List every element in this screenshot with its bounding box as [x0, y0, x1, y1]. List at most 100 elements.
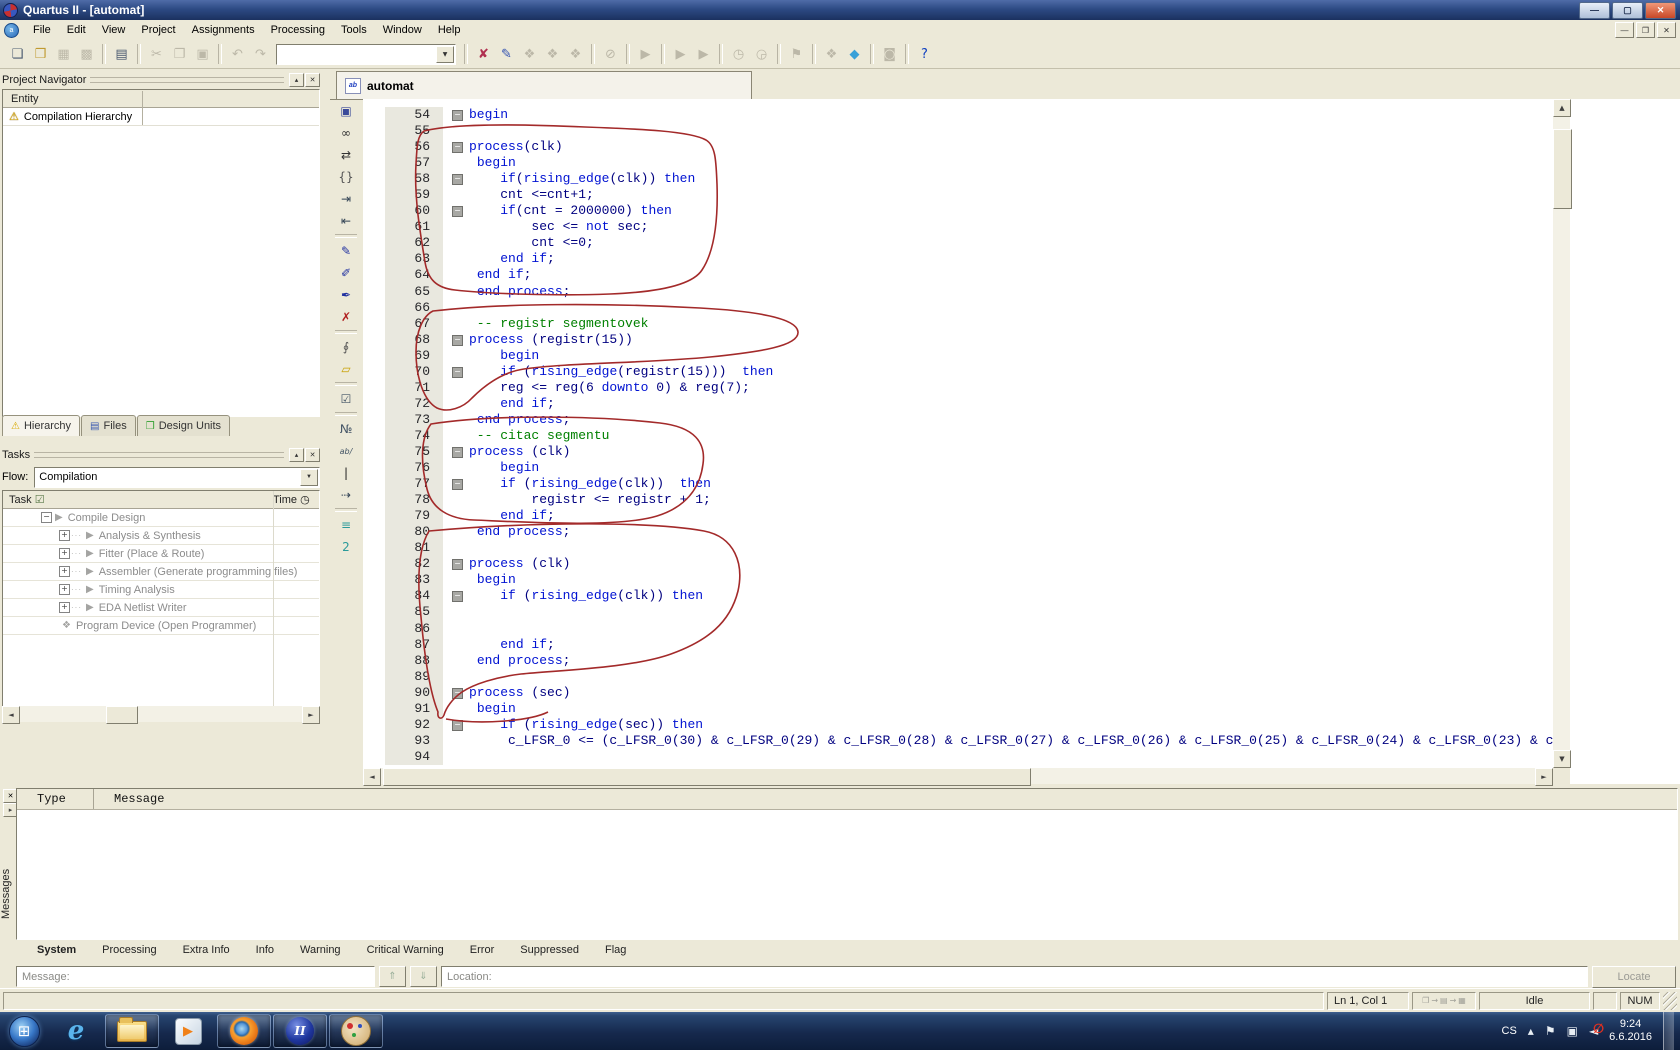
- editor-vertical-scrollbar[interactable]: ▲ ▼: [1553, 99, 1570, 768]
- indent-guides-button[interactable]: ≡: [334, 514, 358, 536]
- match-brace-button[interactable]: {}: [334, 166, 358, 188]
- collapse-panel-button[interactable]: ▴: [289, 73, 304, 87]
- messages-vertical-tab[interactable]: Messages: [0, 844, 14, 944]
- show-whitespace-button[interactable]: ab/: [334, 440, 358, 462]
- collapse-icon[interactable]: −: [41, 512, 52, 523]
- flow-dropdown[interactable]: Compilation ▼: [34, 467, 320, 488]
- export-window-button[interactable]: ▣: [334, 100, 358, 122]
- dropdown-arrow-icon[interactable]: ▼: [300, 469, 318, 486]
- message-tab-system[interactable]: System: [24, 940, 89, 963]
- collapse-icon[interactable]: −: [452, 335, 463, 346]
- scroll-left-arrow[interactable]: ◄: [363, 768, 381, 786]
- collapse-icon[interactable]: −: [452, 720, 463, 731]
- menu-assignments[interactable]: Assignments: [184, 21, 263, 39]
- goto-line-button[interactable]: ⇢: [334, 484, 358, 506]
- scroll-down-arrow[interactable]: ▼: [1553, 750, 1571, 768]
- expand-icon[interactable]: +: [59, 602, 70, 613]
- language-indicator[interactable]: CS: [1502, 1025, 1517, 1037]
- expand-icon[interactable]: +: [59, 530, 70, 541]
- task-row-analysis-synthesis[interactable]: +···▶Analysis & Synthesis: [3, 527, 319, 545]
- message-tab-flag[interactable]: Flag: [592, 940, 639, 963]
- start-button[interactable]: ⊞: [1, 1014, 47, 1048]
- menu-window[interactable]: Window: [375, 21, 430, 39]
- scroll-left-arrow[interactable]: ◄: [2, 706, 20, 724]
- compilation-hierarchy-item[interactable]: ⚠ Compilation Hierarchy: [3, 108, 319, 126]
- tab-design-units[interactable]: ❒Design Units: [137, 415, 230, 436]
- message-tab-critical-warning[interactable]: Critical Warning: [354, 940, 457, 963]
- attach-button[interactable]: ∮: [334, 336, 358, 358]
- entity-column-header[interactable]: Entity: [3, 90, 319, 108]
- mdi-restore-button[interactable]: ❐: [1636, 22, 1655, 38]
- scrollbar-thumb[interactable]: [1553, 129, 1572, 209]
- task-row-program-device-open-programmer-[interactable]: ❖Program Device (Open Programmer): [3, 617, 319, 635]
- locate-button[interactable]: Locate: [1592, 966, 1676, 988]
- close-button[interactable]: ✕: [1645, 2, 1676, 19]
- clear-assignments-button[interactable]: ✘: [472, 43, 495, 65]
- collapse-icon[interactable]: −: [452, 174, 463, 185]
- tab-files[interactable]: ▤Files: [81, 415, 136, 436]
- bookmark-pen-button[interactable]: ✒: [334, 284, 358, 306]
- scrollbar-thumb[interactable]: [383, 768, 1031, 786]
- collapse-icon[interactable]: −: [452, 110, 463, 121]
- close-panel-button[interactable]: ✕: [305, 448, 320, 462]
- cursor-line-button[interactable]: |: [334, 462, 358, 484]
- close-panel-button[interactable]: ✕: [305, 73, 320, 87]
- collapse-icon[interactable]: −: [452, 206, 463, 217]
- firefox-taskbar-button[interactable]: [217, 1014, 271, 1048]
- menu-tools[interactable]: Tools: [333, 21, 375, 39]
- scroll-up-arrow[interactable]: ▲: [1553, 99, 1571, 117]
- previous-message-button[interactable]: ⇑: [379, 966, 406, 987]
- internet-explorer-taskbar-button[interactable]: e: [49, 1014, 103, 1048]
- duplicate-line-button[interactable]: 2: [334, 536, 358, 558]
- code-editor[interactable]: 54−begin5556−process(clk)57 begin58− if(…: [363, 99, 1553, 776]
- menu-view[interactable]: View: [94, 21, 134, 39]
- panel-grip[interactable]: [34, 452, 284, 458]
- collapse-icon[interactable]: −: [452, 591, 463, 602]
- action-center-flag[interactable]: ⚑: [1545, 1024, 1556, 1038]
- message-list-body[interactable]: [17, 810, 1677, 939]
- decrease-indent-button[interactable]: ⇤: [334, 210, 358, 232]
- task-row-assembler-generate-programming-files-[interactable]: +···▶Assembler (Generate programming fil…: [3, 563, 319, 581]
- menu-help[interactable]: Help: [430, 21, 469, 39]
- scroll-right-arrow[interactable]: ►: [302, 706, 320, 724]
- paint-taskbar-button[interactable]: [329, 1014, 383, 1048]
- task-row-fitter-place-route-[interactable]: +···▶Fitter (Place & Route): [3, 545, 319, 563]
- expand-icon[interactable]: +: [59, 548, 70, 559]
- collapse-icon[interactable]: −: [452, 688, 463, 699]
- print-button[interactable]: ▤: [110, 43, 133, 65]
- message-input[interactable]: Message:: [16, 966, 375, 987]
- collapse-icon[interactable]: −: [452, 447, 463, 458]
- media-player-taskbar-button[interactable]: ▶: [161, 1014, 215, 1048]
- collapse-icon[interactable]: −: [452, 479, 463, 490]
- message-tab-suppressed[interactable]: Suppressed: [507, 940, 592, 963]
- quartus-taskbar-button[interactable]: II: [273, 1014, 327, 1048]
- find-button[interactable]: ∞: [334, 122, 358, 144]
- minimize-button[interactable]: —: [1579, 2, 1610, 19]
- show-desktop-button[interactable]: [1663, 1012, 1674, 1050]
- task-row-compile-design[interactable]: −▶Compile Design: [3, 509, 319, 527]
- resize-grip[interactable]: [1663, 992, 1677, 1010]
- taskbar-clock[interactable]: 9:24 6.6.2016: [1609, 1018, 1652, 1044]
- volume-muted-icon[interactable]: ◄: [1589, 1024, 1598, 1038]
- chip-planner-button[interactable]: ◆: [843, 43, 866, 65]
- message-column-header[interactable]: Message: [94, 789, 1677, 809]
- network-icon[interactable]: ▣: [1567, 1024, 1578, 1038]
- collapse-panel-button[interactable]: ▴: [289, 448, 304, 462]
- task-row-timing-analysis[interactable]: +···▶Timing Analysis: [3, 581, 319, 599]
- expand-icon[interactable]: +: [59, 584, 70, 595]
- find-replace-button[interactable]: ⇄: [334, 144, 358, 166]
- message-tab-info[interactable]: Info: [243, 940, 287, 963]
- expand-icon[interactable]: +: [59, 566, 70, 577]
- menu-processing[interactable]: Processing: [263, 21, 333, 39]
- scrollbar-thumb[interactable]: [106, 706, 138, 724]
- message-tab-processing[interactable]: Processing: [89, 940, 169, 963]
- line-numbers-button[interactable]: №: [334, 418, 358, 440]
- location-input[interactable]: Location:: [441, 966, 1588, 987]
- maximize-button[interactable]: ▢: [1612, 2, 1643, 19]
- insert-template-button[interactable]: ▱: [334, 358, 358, 380]
- collapse-icon[interactable]: −: [452, 559, 463, 570]
- column-divider[interactable]: [142, 91, 143, 125]
- syntax-check-button[interactable]: ☑: [334, 388, 358, 410]
- menu-project[interactable]: Project: [133, 21, 183, 39]
- explorer-taskbar-button[interactable]: [105, 1014, 159, 1048]
